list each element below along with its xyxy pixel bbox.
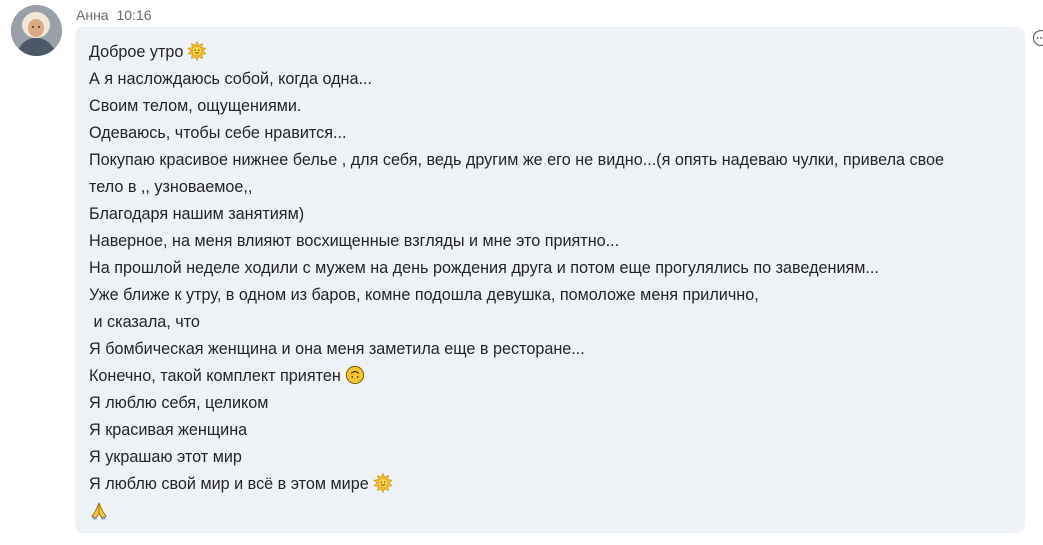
message-line-text: Я бомбическая женщина и она меня заметил…: [89, 340, 585, 358]
message-line-text: Конечно, такой комплект приятен: [89, 367, 341, 385]
sender-name: Анна: [76, 7, 109, 23]
folded-hands-icon: [89, 500, 109, 520]
message-line: А я наслождаюсь собой, когда одна...: [89, 66, 1011, 93]
sun-face-icon: [373, 473, 393, 493]
message-line-text: тело в ,, узноваемое,,: [89, 178, 253, 196]
message-line-text: Доброе утро: [89, 43, 184, 61]
message-line-text: Я люблю свой мир и всё в этом мире: [89, 475, 369, 493]
message-line-text: Уже ближе к утру, в одном из баров, комн…: [89, 286, 759, 304]
message-line-text: Я украшаю этот мир: [89, 448, 242, 466]
message-line-text: и сказала, что: [89, 313, 200, 331]
more-options-icon[interactable]: [1032, 29, 1043, 47]
message-line: Покупаю красивое нижнее белье , для себя…: [89, 147, 1011, 174]
upside-down-face-icon: [345, 365, 365, 385]
message-line-text: Покупаю красивое нижнее белье , для себя…: [89, 151, 945, 169]
message-line: Уже ближе к утру, в одном из баров, комн…: [89, 282, 1011, 309]
message-line: Я украшаю этот мир: [89, 444, 1011, 471]
message-line: Наверное, на меня влияют восхищенные взг…: [89, 228, 1011, 255]
message-line: тело в ,, узноваемое,,: [89, 174, 1011, 201]
message-line: [89, 498, 1011, 525]
message-line-text: Я красивая женщина: [89, 421, 248, 439]
message-line: На прошлой неделе ходили с мужем на день…: [89, 255, 1011, 282]
message-meta: Анна 10:16: [76, 7, 152, 23]
message-line-text: Одеваюсь, чтобы себе нравится...: [89, 124, 347, 142]
message-line: Своим телом, ощущениями.: [89, 93, 1011, 120]
message-line-text: Наверное, на меня влияют восхищенные взг…: [89, 232, 620, 250]
sun-face-icon: [187, 41, 208, 61]
avatar[interactable]: [11, 5, 62, 56]
message-time: 10:16: [116, 7, 152, 23]
message-line: Я люблю свой мир и всё в этом мире: [89, 471, 1011, 498]
message-line: Благодаря нашим занятиям): [89, 201, 1011, 228]
message-line-text: Благодаря нашим занятиям): [89, 205, 305, 223]
message-line: Доброе утро: [89, 39, 1011, 66]
message-line: Одеваюсь, чтобы себе нравится...: [89, 120, 1011, 147]
chat-message: Анна 10:16 Доброе утро А я наслождаюсь со…: [0, 0, 1043, 545]
message-line: и сказала, что: [89, 309, 1011, 336]
message-line-text: Своим телом, ощущениями.: [89, 97, 302, 115]
message-line-text: Я люблю себя, целиком: [89, 394, 269, 412]
message-line-text: На прошлой неделе ходили с мужем на день…: [89, 259, 879, 277]
message-line-text: А я наслождаюсь собой, когда одна...: [89, 70, 372, 88]
message-line: Конечно, такой комплект приятен: [89, 363, 1011, 390]
message-bubble: Доброе утро А я наслождаюсь собой, когда …: [75, 27, 1025, 533]
message-line: Я бомбическая женщина и она меня заметил…: [89, 336, 1011, 363]
message-line: Я люблю себя, целиком: [89, 390, 1011, 417]
message-line: Я красивая женщина: [89, 417, 1011, 444]
